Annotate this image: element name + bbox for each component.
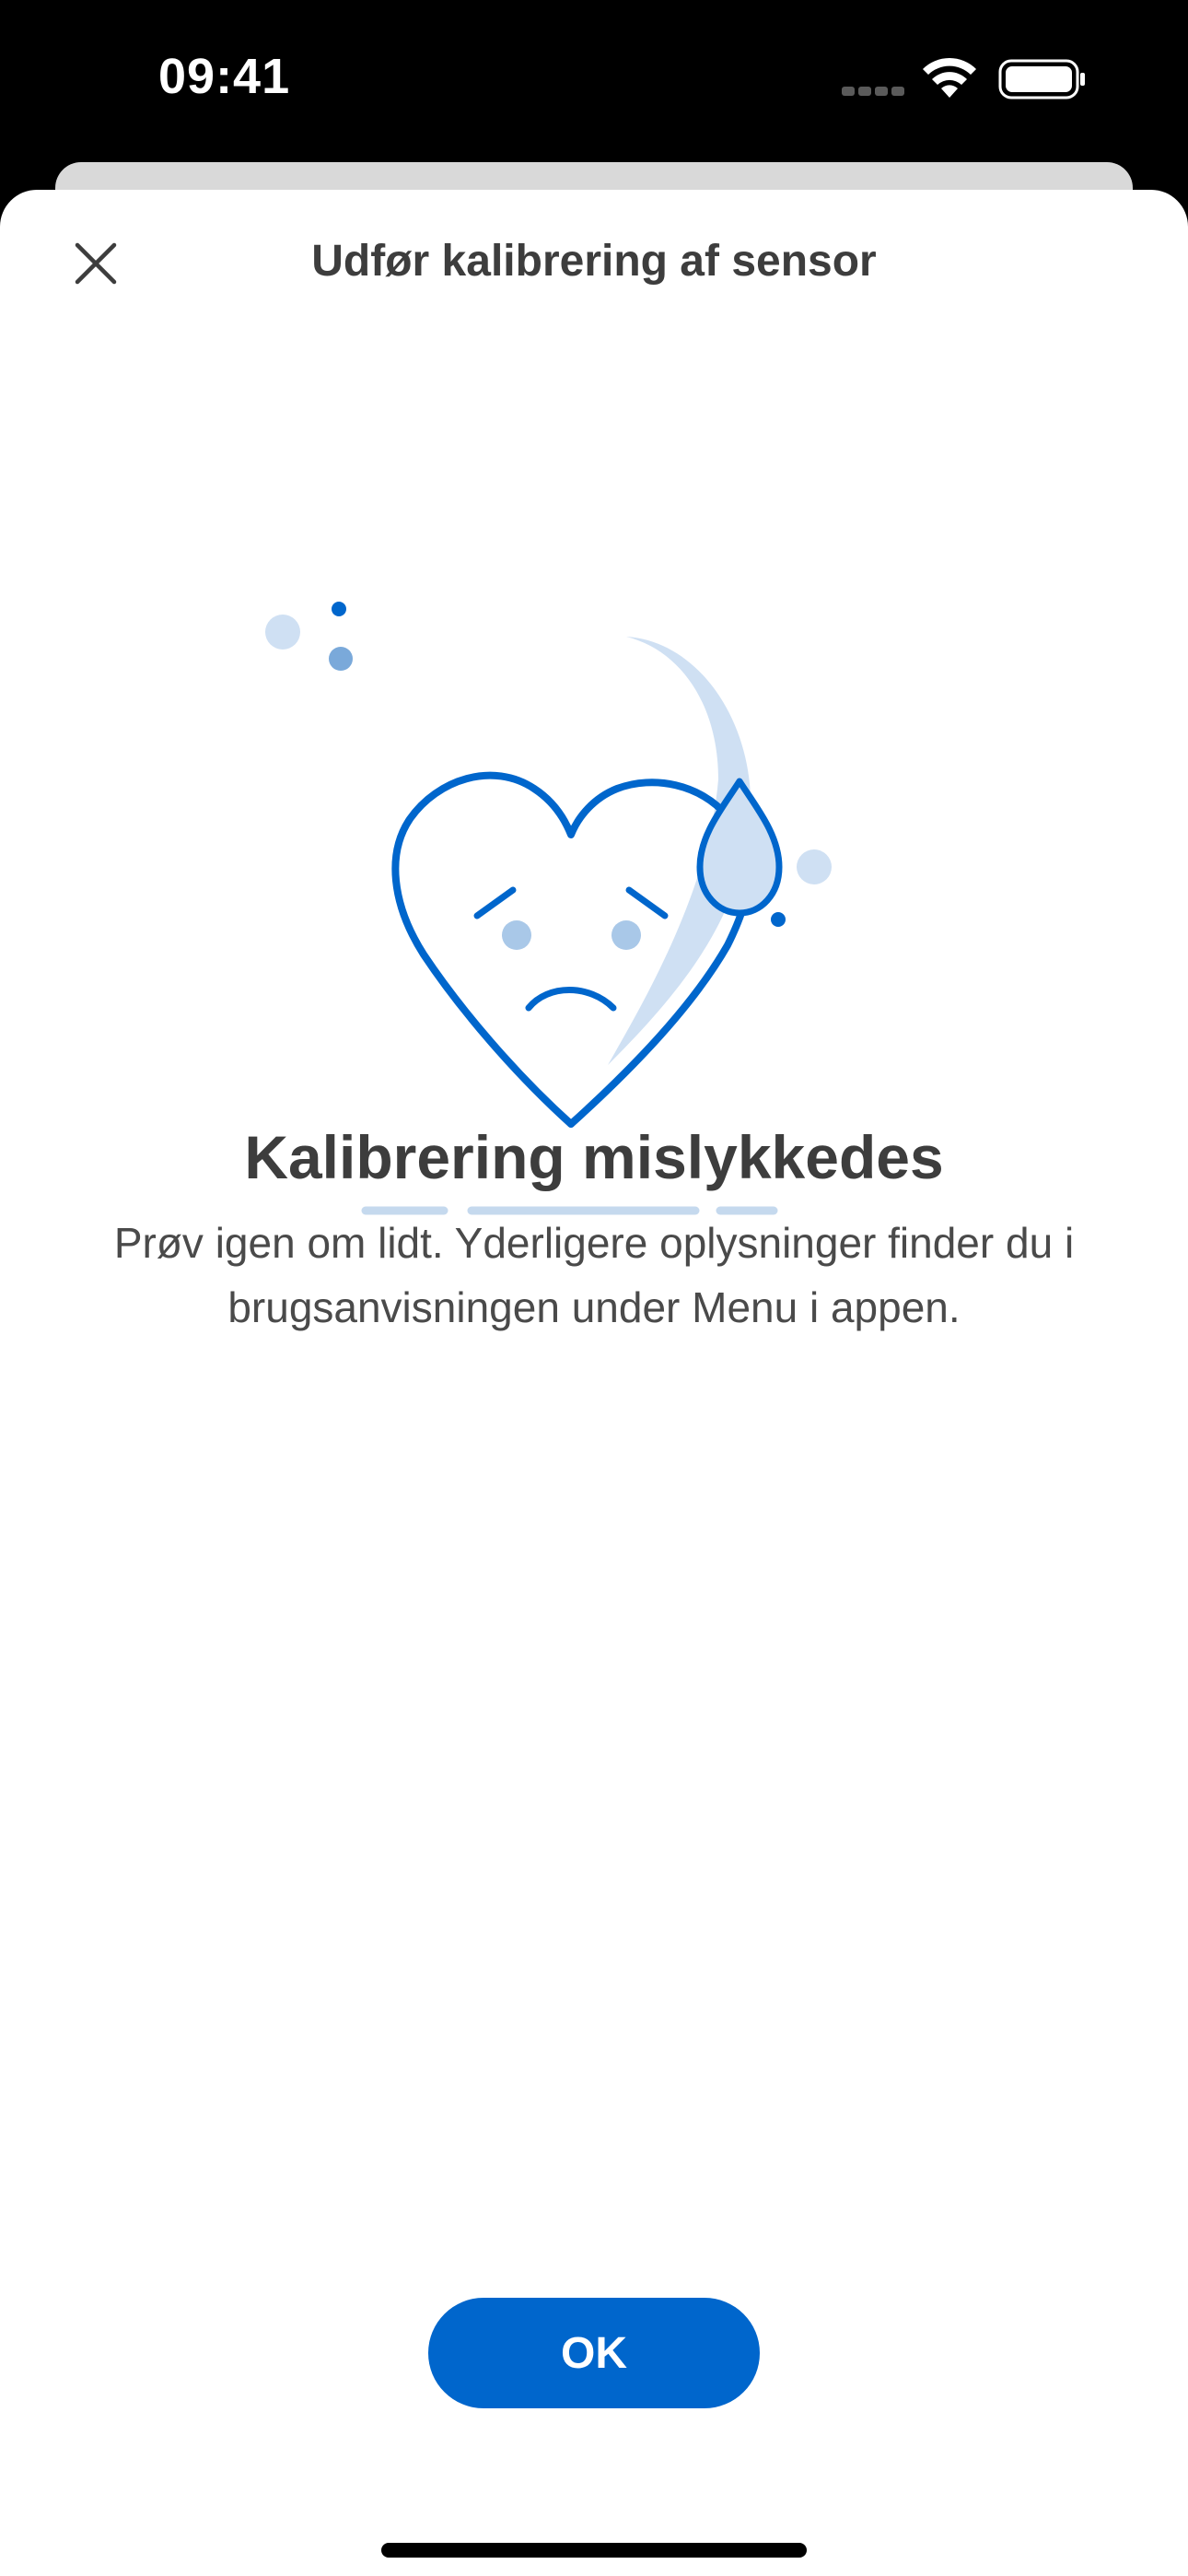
result-title: Kalibrering mislykkedes — [244, 1123, 944, 1191]
ok-button[interactable]: OK — [428, 2298, 760, 2408]
screen: 09:41 Udfør kalibrering af sensor Kalibr… — [0, 0, 1188, 2576]
modal-sheet: Udfør kalibrering af sensor Kalibrering … — [0, 190, 1188, 2576]
status-time: 09:41 — [158, 49, 291, 104]
status-bar: 09:41 — [0, 0, 1188, 162]
close-icon — [75, 242, 117, 285]
sheet-header: Udfør kalibrering af sensor — [0, 190, 1188, 337]
wifi-icon — [923, 57, 976, 98]
close-button[interactable] — [61, 228, 131, 299]
page-title: Udfør kalibrering af sensor — [311, 237, 877, 286]
signal-icon — [842, 87, 904, 96]
battery-icon — [998, 59, 1085, 100]
home-indicator — [381, 2543, 807, 2558]
result-message: Prøv igen om lidt. Yderligere oplysninge… — [113, 1219, 1075, 1331]
